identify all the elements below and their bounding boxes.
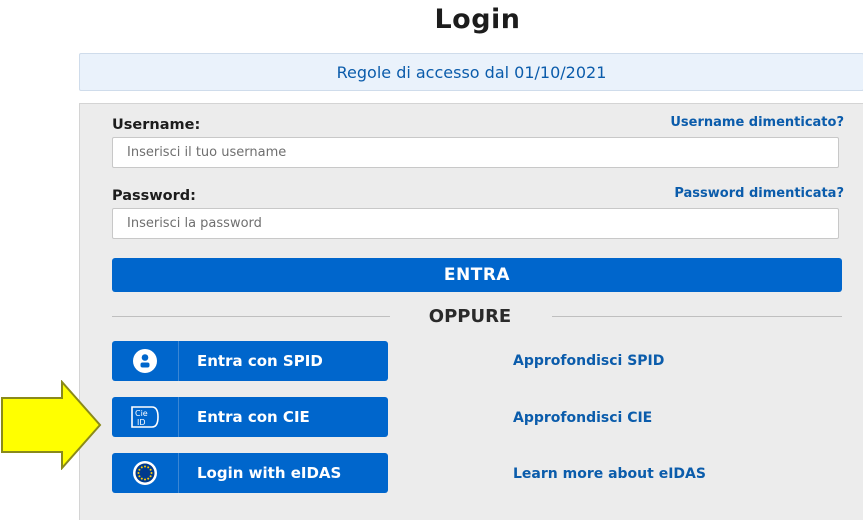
password-label: Password: xyxy=(112,188,196,204)
svg-text:Cie: Cie xyxy=(135,409,148,418)
divider-line-left xyxy=(112,316,402,317)
learn-more-eidas-link[interactable]: Learn more about eIDAS xyxy=(513,466,706,482)
learn-more-spid-link[interactable]: Approfondisci SPID xyxy=(513,353,664,369)
username-input[interactable] xyxy=(112,137,839,168)
eidas-eu-stars-icon xyxy=(133,461,157,485)
forgot-password-link[interactable]: Password dimenticata? xyxy=(674,186,844,201)
enter-button[interactable]: ENTRA xyxy=(112,258,842,292)
page-title: Login xyxy=(434,4,521,35)
eidas-icon-box xyxy=(112,453,179,493)
divider-line-right xyxy=(552,316,842,317)
eidas-button-label: Login with eIDAS xyxy=(197,464,342,482)
cie-login-button[interactable]: Cie ID Entra con CIE xyxy=(112,397,388,437)
access-rules-banner[interactable]: Regole di accesso dal 01/10/2021 xyxy=(79,53,863,91)
enter-button-label: ENTRA xyxy=(443,265,511,285)
username-label: Username: xyxy=(112,117,201,133)
access-rules-link[interactable]: Regole di accesso dal 01/10/2021 xyxy=(337,63,607,82)
yellow-arrow-pointer xyxy=(1,380,102,470)
spid-user-icon xyxy=(133,349,157,373)
cie-icon-box: Cie ID xyxy=(112,397,179,437)
spid-button-label: Entra con SPID xyxy=(197,352,323,370)
forgot-username-link[interactable]: Username dimenticato? xyxy=(670,115,844,130)
spid-login-button[interactable]: Entra con SPID xyxy=(112,341,388,381)
cie-id-card-icon: Cie ID xyxy=(131,406,159,428)
password-input[interactable] xyxy=(112,208,839,239)
spid-icon-box xyxy=(112,341,179,381)
svg-text:ID: ID xyxy=(137,418,146,427)
learn-more-cie-link[interactable]: Approfondisci CIE xyxy=(513,410,652,426)
divider-text: OPPURE xyxy=(390,306,550,327)
login-panel: Username: Username dimenticato? Password… xyxy=(79,103,863,520)
eidas-login-button[interactable]: Login with eIDAS xyxy=(112,453,388,493)
cie-button-label: Entra con CIE xyxy=(197,408,310,426)
